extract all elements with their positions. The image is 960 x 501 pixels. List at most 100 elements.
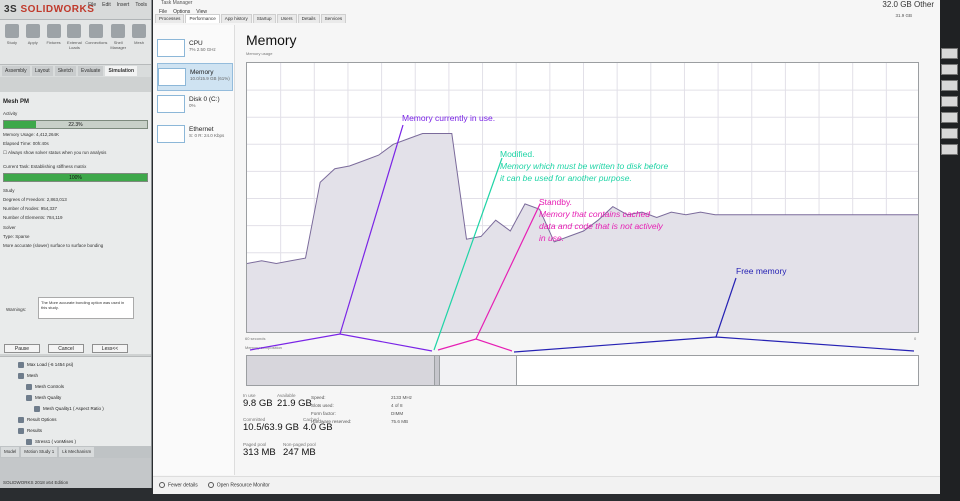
tree-item-mesh-quality1[interactable]: Mesh Quality1 ( Aspect Ratio ) <box>18 403 151 414</box>
tree-item-mesh[interactable]: Mesh <box>18 370 151 381</box>
tab-model[interactable]: Model <box>1 447 20 457</box>
ribbon-apply-button[interactable]: Apply <box>24 24 42 58</box>
spec-form-label: Form factor: <box>311 411 336 416</box>
annotation-in-use-text: Memory currently in use. <box>402 113 496 123</box>
solver-type-text: Type: Sparse <box>3 234 30 239</box>
spec-slots-label: Slots used: <box>311 403 334 408</box>
spec-reserved-value: 75.6 MB <box>391 419 409 424</box>
solver-progress-text: 22.3% <box>68 122 83 128</box>
total-memory-label: 32.0 GB Other <box>882 0 934 9</box>
tab-performance[interactable]: Performance <box>185 14 220 23</box>
always-show-checkbox[interactable]: ☐ Always show solver status when you run… <box>3 150 148 156</box>
memory-usage-text: Memory Usage: 4,412,264K <box>3 132 60 137</box>
menu-edit[interactable]: Edit <box>102 2 111 8</box>
toolbar-button-1[interactable] <box>941 48 958 59</box>
toolbar-button-6[interactable] <box>941 128 958 139</box>
solidworks-statusbar: SOLIDWORKS 2018 x64 Edition <box>0 458 151 488</box>
spec-form-value: DIMM <box>391 411 404 416</box>
memory-detail-pane: Memory Memory usage 32.0 GB Other 31.9 G… <box>243 0 940 475</box>
tab-simulation[interactable]: Simulation <box>105 66 138 76</box>
task-progress-text: 100% <box>69 175 82 181</box>
elements-text: Number of Elements: 784,119 <box>3 215 63 220</box>
study-icon <box>4 24 19 38</box>
tree-item-mesh-controls[interactable]: Mesh Controls <box>18 381 151 392</box>
plot-icon <box>34 405 40 412</box>
toolbar-button-4[interactable] <box>941 96 958 107</box>
tab-evaluate[interactable]: Evaluate <box>78 66 104 76</box>
composition-label: Memory composition <box>245 345 282 350</box>
tab-layout[interactable]: Layout <box>31 66 53 76</box>
study-label: Study <box>3 188 15 193</box>
tree-item-result-options[interactable]: Result Options <box>18 414 151 425</box>
ribbon-shell-manager-button[interactable]: Shell Manager <box>109 24 127 58</box>
tab-processes[interactable]: Processes <box>155 14 185 23</box>
composition-free <box>517 356 918 385</box>
tab-users[interactable]: Users <box>276 14 297 23</box>
menu-file[interactable]: File <box>88 2 96 8</box>
connections-icon <box>89 24 104 38</box>
tree-item-max-load[interactable]: Max Load (-6 1454 psi) <box>18 359 151 370</box>
sidebar-item-ethernet[interactable]: Ethernet S: 0 R: 24.0 Kbps <box>157 121 233 149</box>
stat-committed: Committed 10.5/63.9 GB <box>243 417 299 433</box>
tab-assembly[interactable]: Assembly <box>2 66 30 76</box>
tab-details[interactable]: Details <box>297 14 320 23</box>
sidebar-item-disk[interactable]: Disk 0 (C:) 0% <box>157 91 233 119</box>
annotation-free-text: Free memory <box>736 266 787 276</box>
spec-reserved-label: Hardware reserved: <box>311 419 352 424</box>
fewer-details-link[interactable]: Fewer details <box>159 482 198 489</box>
tab-sketch[interactable]: Sketch <box>54 66 76 76</box>
tab-motion-study[interactable]: Motion Study 1 <box>21 447 58 457</box>
disk-sparkline <box>157 95 185 113</box>
graph-max-label: 31.9 GB <box>895 13 912 18</box>
load-icon <box>18 361 24 368</box>
solver-label: Solver <box>3 225 16 230</box>
toolbar-button-5[interactable] <box>941 112 958 123</box>
toolbar-button-2[interactable] <box>941 64 958 75</box>
spec-speed-value: 2133 MHz <box>391 395 412 400</box>
apply-icon <box>25 24 40 38</box>
task-manager-footer: Fewer details Open Resource Monitor <box>153 476 940 494</box>
warnings-box: The More accurate bonding option was use… <box>38 297 134 319</box>
sidebar-item-cpu[interactable]: CPU 7% 2.50 GHz <box>157 35 233 63</box>
less-button[interactable]: Less<< <box>92 344 128 353</box>
chevron-up-icon <box>159 482 165 489</box>
tab-startup[interactable]: Startup <box>252 14 276 23</box>
stat-available: Available 21.9 GB <box>277 393 312 409</box>
tree-item-results[interactable]: Results <box>18 425 151 436</box>
solver-button-row: Pause Cancel Less<< <box>4 344 128 353</box>
ribbon-external-loads-button[interactable]: External Loads <box>65 24 83 58</box>
ribbon-study-button[interactable]: Study <box>3 24 21 58</box>
dof-text: Degrees of Freedom: 2,863,013 <box>3 197 67 202</box>
simulation-tree: Max Load (-6 1454 psi) Mesh Mesh Control… <box>0 356 151 451</box>
tab-services[interactable]: Services <box>320 14 347 23</box>
annotation-modified: Modified. Memory which must be written t… <box>500 149 669 183</box>
external-loads-icon <box>67 24 82 38</box>
memory-sparkline <box>158 68 186 86</box>
nodes-text: Number of Nodes: 954,337 <box>3 206 58 211</box>
ribbon-connections-button[interactable]: Connections <box>85 24 107 58</box>
cancel-button[interactable]: Cancel <box>48 344 84 353</box>
tab-app-history[interactable]: App history <box>220 14 252 23</box>
elapsed-time-text: Elapsed Time: 00h:40s <box>3 141 49 146</box>
stat-in-use: In use 9.8 GB <box>243 393 273 409</box>
menu-tools[interactable]: Tools <box>135 2 147 8</box>
toolbar-button-7[interactable] <box>941 144 958 155</box>
menu-insert[interactable]: Insert <box>117 2 130 8</box>
resource-monitor-icon <box>207 482 214 489</box>
solidworks-logo: 3S SOLIDWORKS <box>4 4 95 15</box>
pause-button[interactable]: Pause <box>4 344 40 353</box>
toolbar-button-3[interactable] <box>941 80 958 91</box>
stat-nonpaged-pool: Non-paged pool 247 MB <box>283 442 316 458</box>
stat-paged-pool: Paged pool 313 MB <box>243 442 276 458</box>
resource-monitor-link[interactable]: Open Resource Monitor <box>207 482 270 489</box>
tree-item-mesh-quality[interactable]: Mesh Quality <box>18 392 151 403</box>
ribbon-mesh-button[interactable]: Mesh <box>130 24 148 58</box>
mesh-icon <box>18 372 24 379</box>
warnings-label: Warnings: <box>6 307 27 312</box>
solidworks-titlebar: 3S SOLIDWORKS File Edit Insert Tools <box>0 0 151 20</box>
tab-lk-mechanism[interactable]: Lk Mechanism <box>59 447 95 457</box>
ribbon-fixtures-button[interactable]: Fixtures <box>45 24 63 58</box>
sidebar-item-memory[interactable]: Memory 10.0/15.9 GB (61%) <box>157 63 233 91</box>
composition-standby <box>440 356 518 385</box>
result-options-icon <box>18 416 24 423</box>
